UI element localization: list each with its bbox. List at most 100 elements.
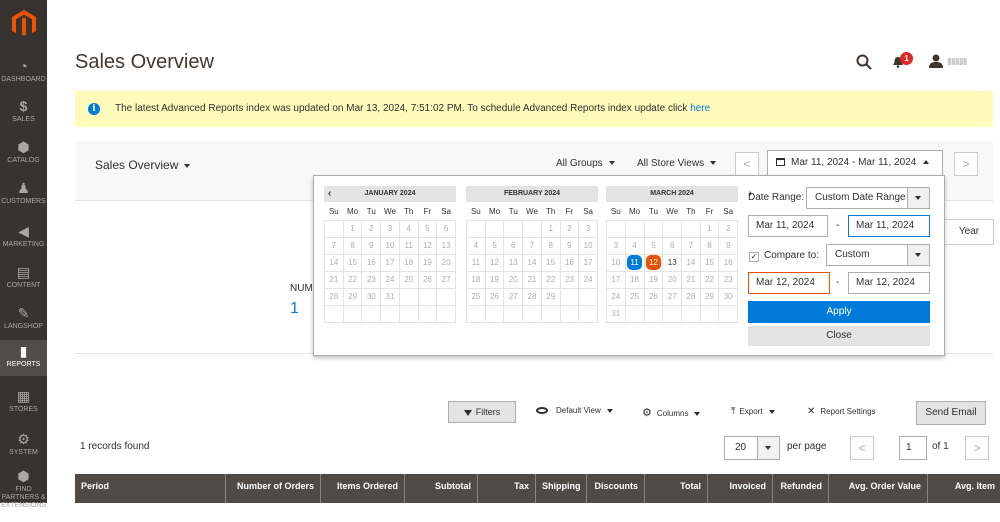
date-range-button[interactable]: Mar 11, 2024 - Mar 11, 2024	[767, 150, 943, 176]
column-header[interactable]: Avg. Item Final Price	[927, 474, 1000, 515]
calendar-day[interactable]: 12	[484, 253, 505, 272]
calendar-day[interactable]: 12	[643, 253, 664, 272]
calendar-day[interactable]: 27	[503, 287, 524, 306]
calendar-day[interactable]: 10	[578, 236, 598, 255]
calendar-day[interactable]: 24	[578, 270, 598, 289]
calendar-day[interactable]: 10	[380, 236, 400, 255]
calendar-day[interactable]: 2	[718, 219, 738, 238]
calendar-day[interactable]: 8	[540, 236, 561, 255]
calendar-day[interactable]: 14	[681, 253, 701, 272]
calendar-day[interactable]: 7	[324, 236, 344, 255]
calendar-day[interactable]: 21	[681, 270, 701, 289]
calendar-day[interactable]: 31	[380, 287, 400, 306]
calendar-day[interactable]: 3	[606, 236, 626, 255]
sidebar-item-reports[interactable]: ▮ REPORTS	[0, 340, 47, 376]
calendar-day[interactable]: 18	[466, 270, 486, 289]
calendar-day[interactable]: 23	[718, 270, 738, 289]
calendar-day[interactable]: 17	[380, 253, 400, 272]
sidebar-item-marketing[interactable]: ◀ MARKETING	[0, 220, 47, 250]
calendar-day[interactable]: 13	[436, 236, 456, 255]
calendar-day[interactable]: 29	[342, 287, 363, 306]
calendar-day[interactable]: 14	[324, 253, 344, 272]
notice-here-link[interactable]: here	[690, 103, 710, 114]
calendar-day[interactable]: 26	[484, 287, 505, 306]
search-icon[interactable]	[856, 54, 872, 70]
column-header[interactable]: Subtotal	[404, 474, 477, 503]
from-date-input[interactable]: Mar 11, 2024	[748, 215, 828, 237]
per-page-select[interactable]: 20	[724, 436, 780, 460]
calendar-day[interactable]: 19	[643, 270, 664, 289]
calendar-day[interactable]: 2	[361, 219, 382, 238]
calendar-day[interactable]: 28	[522, 287, 542, 306]
calendar-day[interactable]: 20	[436, 253, 456, 272]
apply-button[interactable]: Apply	[748, 301, 930, 323]
calendar-day[interactable]: 14	[522, 253, 542, 272]
calendar-day[interactable]: 23	[361, 270, 382, 289]
calendar-day[interactable]: 11	[466, 253, 486, 272]
calendar-day[interactable]: 22	[540, 270, 561, 289]
prev-month-icon[interactable]: ‹	[328, 186, 331, 202]
sidebar-item-customers[interactable]: ♟ CUSTOMERS	[0, 177, 47, 207]
calendar-day[interactable]: 29	[699, 287, 720, 306]
column-header[interactable]: Items Ordered	[320, 474, 404, 503]
prev-page-button[interactable]: <	[850, 436, 874, 460]
date-range-select[interactable]: Custom Date Range	[806, 187, 930, 209]
calendar-day[interactable]: 21	[324, 270, 344, 289]
compare-to-input[interactable]: Mar 12, 2024	[848, 272, 930, 294]
next-page-button[interactable]: >	[965, 436, 989, 460]
calendar-day[interactable]: 16	[718, 253, 738, 272]
calendar-day[interactable]: 13	[503, 253, 524, 272]
calendar-day[interactable]: 12	[417, 236, 438, 255]
calendar-day[interactable]: 8	[699, 236, 720, 255]
calendar-day[interactable]: 2	[559, 219, 580, 238]
column-header[interactable]: Discounts	[586, 474, 644, 503]
calendar-day[interactable]: 18	[624, 270, 645, 289]
calendar-day[interactable]: 6	[503, 236, 524, 255]
calendar-day[interactable]: 22	[699, 270, 720, 289]
sidebar-item-find-partners-extensions[interactable]: ⬢ FIND PARTNERS & EXTENSIONS	[0, 465, 47, 509]
calendar-day[interactable]: 20	[503, 270, 524, 289]
calendar-day[interactable]: 13	[662, 253, 683, 272]
calendar-day[interactable]: 25	[398, 270, 419, 289]
calendar-day[interactable]: 27	[662, 287, 683, 306]
calendar-day[interactable]: 27	[436, 270, 456, 289]
calendar-day[interactable]: 26	[417, 270, 438, 289]
column-header[interactable]: Shipping	[535, 474, 586, 503]
prev-period-button[interactable]: <	[735, 152, 759, 176]
calendar-day[interactable]: 11	[398, 236, 419, 255]
notifications-button[interactable]: 1	[892, 52, 914, 70]
calendar-day[interactable]: 10	[606, 253, 626, 272]
calendar-day[interactable]: 7	[681, 236, 701, 255]
calendar-day[interactable]: 3	[578, 219, 598, 238]
calendar-day[interactable]: 25	[624, 287, 645, 306]
calendar-day[interactable]: 16	[559, 253, 580, 272]
filters-button[interactable]: Filters	[448, 401, 516, 423]
sidebar-item-sales[interactable]: $ SALES	[0, 95, 47, 125]
report-settings-button[interactable]: ✕ Report Settings	[807, 406, 876, 417]
calendar-day[interactable]: 23	[559, 270, 580, 289]
calendar-day[interactable]: 25	[466, 287, 486, 306]
calendar-day[interactable]: 15	[699, 253, 720, 272]
account-username[interactable]: ▮▮▮▮▮	[947, 56, 968, 67]
calendar-day[interactable]: 21	[522, 270, 542, 289]
calendar-day[interactable]: 3	[380, 219, 400, 238]
period-year-button[interactable]: Year	[944, 219, 994, 245]
calendar-day[interactable]: 1	[540, 219, 561, 238]
calendar-day[interactable]: 26	[643, 287, 664, 306]
sidebar-item-stores[interactable]: ▦ STORES	[0, 385, 47, 415]
calendar-day[interactable]: 30	[718, 287, 738, 306]
column-header[interactable]: Total	[644, 474, 707, 503]
calendar-day[interactable]: 1	[699, 219, 720, 238]
column-header[interactable]: Tax	[477, 474, 535, 503]
close-button[interactable]: Close	[748, 326, 930, 346]
store-views-select[interactable]: All Store Views	[637, 158, 717, 169]
default-view-select[interactable]: Default View	[536, 406, 613, 415]
user-icon[interactable]	[929, 54, 943, 68]
calendar-day[interactable]: 8	[342, 236, 363, 255]
calendar-day[interactable]: 9	[559, 236, 580, 255]
column-header[interactable]: Avg. Order Value	[828, 474, 927, 503]
calendar-day[interactable]: 16	[361, 253, 382, 272]
calendar-day[interactable]: 19	[417, 253, 438, 272]
calendar-day[interactable]: 29	[540, 287, 561, 306]
column-header[interactable]: Invoiced	[707, 474, 772, 503]
